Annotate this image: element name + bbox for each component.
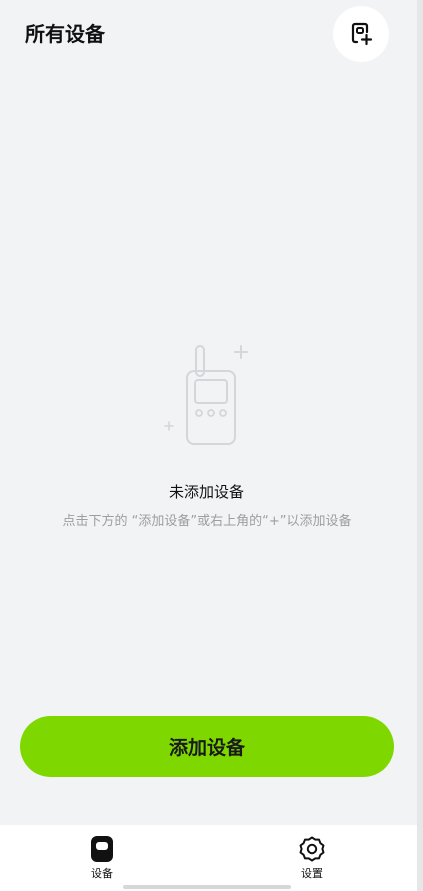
home-indicator <box>123 885 291 889</box>
device-icon <box>91 836 113 862</box>
nav-item-settings[interactable]: 设置 <box>282 835 342 881</box>
add-device-button-label: 添加设备 <box>168 737 245 759</box>
nav-item-devices[interactable]: 设备 <box>72 835 132 881</box>
walkie-talkie-device-icon <box>164 345 248 445</box>
nav-label-devices: 设备 <box>91 867 113 880</box>
app-screen: 所有设备 未添加设备 点击下方的 “添加设备”或右上角的“+”以添加设备 添加设… <box>0 0 417 891</box>
empty-state-description: 点击下方的 “添加设备”或右上角的“+”以添加设备 <box>62 514 352 529</box>
add-device-icon <box>351 22 373 46</box>
page-title: 所有设备 <box>25 22 105 46</box>
add-device-button[interactable] <box>333 6 389 62</box>
empty-state-title: 未添加设备 <box>168 483 244 501</box>
settings-gear-icon <box>299 836 325 862</box>
scrollbar-track <box>417 0 423 891</box>
bottom-navigation: 设备 设置 <box>0 825 417 891</box>
add-device-primary-button[interactable]: 添加设备 <box>20 716 394 777</box>
nav-label-settings: 设置 <box>301 867 323 880</box>
